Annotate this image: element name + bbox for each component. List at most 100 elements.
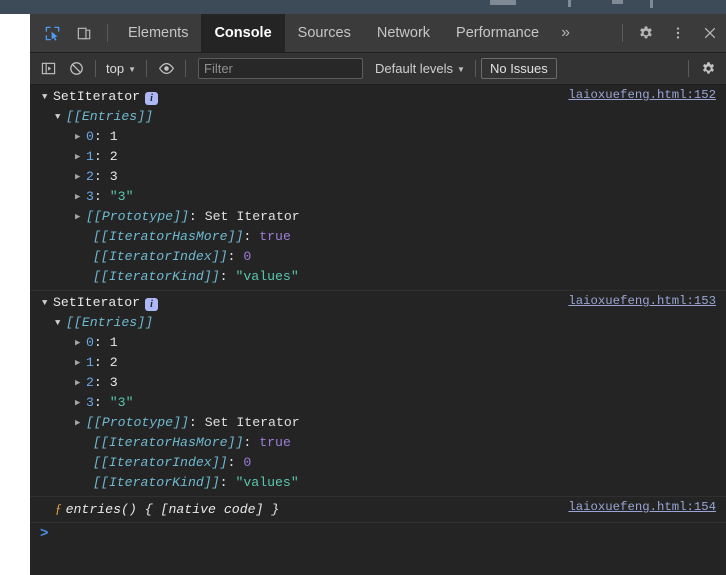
entries-label: [[Entries]] — [66, 315, 154, 330]
console-message[interactable]: laioxuefeng.html:152 ▼ SetIterator i ▼ [[En… — [30, 85, 726, 291]
toolbar-divider-1 — [95, 60, 96, 77]
info-badge-icon[interactable]: i — [145, 92, 159, 105]
disclosure-triangle-open-icon[interactable]: ▼ — [55, 107, 66, 127]
entry-row[interactable]: ▶ 1: 2 — [30, 147, 726, 167]
tab-network[interactable]: Network — [364, 14, 443, 52]
clear-console-icon[interactable] — [62, 57, 90, 81]
log-levels-selector[interactable]: Default levels ▼ — [370, 58, 470, 80]
entry-key: 1 — [86, 149, 94, 164]
page-content-gutter — [0, 14, 30, 575]
entry-separator: : — [93, 149, 110, 164]
slot-value: "values" — [235, 475, 299, 490]
log-levels-label: Default levels — [375, 61, 454, 76]
disclosure-triangle-open-icon[interactable]: ▼ — [55, 313, 66, 333]
disclosure-triangle-icon[interactable]: ▶ — [75, 207, 86, 227]
device-toolbar-icon[interactable] — [68, 14, 100, 52]
close-icon[interactable] — [694, 14, 726, 52]
source-link[interactable]: laioxuefeng.html:153 — [568, 294, 716, 308]
info-badge-icon[interactable]: i — [145, 298, 159, 311]
entry-value: "3" — [109, 189, 134, 204]
slot-separator: : — [219, 269, 236, 284]
disclosure-triangle-icon[interactable]: ▶ — [75, 413, 86, 433]
prototype-row[interactable]: ▶ [[Prototype]]: Set Iterator — [30, 207, 726, 227]
console-sidebar-toggle-icon[interactable] — [34, 57, 62, 81]
console-message-list[interactable]: laioxuefeng.html:152 ▼ SetIterator i ▼ [[En… — [30, 85, 726, 575]
disclosure-triangle-icon[interactable]: ▶ — [75, 127, 86, 147]
prototype-key: [[Prototype]] — [86, 209, 189, 224]
kebab-menu-icon[interactable] — [662, 14, 694, 52]
entry-value: 2 — [109, 149, 118, 164]
tab-console[interactable]: Console — [201, 14, 285, 52]
entry-row[interactable]: ▶ 2: 3 — [30, 373, 726, 393]
tab-sources[interactable]: Sources — [285, 14, 364, 52]
chevron-down-icon-levels: ▼ — [457, 65, 465, 74]
more-tabs-icon[interactable]: » — [552, 14, 579, 52]
function-marker-icon: ƒ — [55, 501, 62, 516]
gear-icon[interactable] — [630, 14, 662, 52]
entry-separator: : — [93, 355, 110, 370]
entry-separator: : — [93, 395, 110, 410]
slot-value: "values" — [235, 269, 299, 284]
entry-row[interactable]: ▶ 3: "3" — [30, 187, 726, 207]
console-settings-gear-icon[interactable] — [694, 57, 722, 81]
source-link[interactable]: laioxuefeng.html:154 — [568, 500, 716, 514]
toolbar-divider-2 — [146, 60, 147, 77]
entries-row[interactable]: ▼ [[Entries]] — [30, 313, 726, 333]
entry-value: 3 — [109, 375, 118, 390]
slot-value: 0 — [243, 455, 252, 470]
browser-chrome-strip — [0, 0, 726, 14]
prototype-key: [[Prototype]] — [86, 415, 189, 430]
disclosure-triangle-icon[interactable]: ▶ — [75, 167, 86, 187]
prototype-row[interactable]: ▶ [[Prototype]]: Set Iterator — [30, 413, 726, 433]
slot-key: [[IteratorKind]] — [93, 269, 220, 284]
entry-key: 0 — [86, 129, 94, 144]
entries-row[interactable]: ▼ [[Entries]] — [30, 107, 726, 127]
toolbar-divider-3 — [185, 60, 186, 77]
console-prompt[interactable]: > — [30, 523, 726, 545]
eye-icon[interactable] — [152, 57, 180, 81]
internal-slot-row: [[IteratorHasMore]]: true — [30, 433, 726, 453]
console-message[interactable]: laioxuefeng.html:153 ▼ SetIterator i ▼ [[En… — [30, 291, 726, 497]
entry-key: 1 — [86, 355, 94, 370]
tab-performance[interactable]: Performance — [443, 14, 552, 52]
tab-elements[interactable]: Elements — [115, 14, 201, 52]
console-message[interactable]: laioxuefeng.html:154 ƒ entries() { [nativ… — [30, 497, 726, 523]
entry-value: 1 — [109, 335, 118, 350]
disclosure-triangle-icon[interactable]: ▶ — [75, 333, 86, 353]
disclosure-triangle-icon[interactable]: ▶ — [75, 147, 86, 167]
disclosure-triangle-icon[interactable]: ▶ — [75, 187, 86, 207]
disclosure-triangle-icon[interactable]: ▶ — [75, 393, 86, 413]
entry-row[interactable]: ▶ 3: "3" — [30, 393, 726, 413]
entry-row[interactable]: ▶ 1: 2 — [30, 353, 726, 373]
slot-key: [[IteratorKind]] — [93, 475, 220, 490]
internal-slot-row: [[IteratorKind]]: "values" — [30, 267, 726, 287]
filter-input[interactable] — [198, 58, 363, 79]
prototype-value: Set Iterator — [204, 415, 300, 430]
disclosure-triangle-icon[interactable]: ▶ — [75, 373, 86, 393]
source-link[interactable]: laioxuefeng.html:152 — [568, 88, 716, 102]
slot-separator: : — [243, 229, 260, 244]
slot-key: [[IteratorIndex]] — [93, 455, 228, 470]
entry-separator: : — [93, 129, 110, 144]
tabbar-divider-right — [622, 24, 623, 42]
devtools-tabbar: Elements Console Sources Network Perform… — [30, 14, 726, 53]
screenshot-root: Elements Console Sources Network Perform… — [0, 0, 726, 575]
entry-separator: : — [93, 169, 110, 184]
disclosure-triangle-open-icon[interactable]: ▼ — [42, 87, 53, 107]
disclosure-triangle-open-icon[interactable]: ▼ — [42, 293, 53, 313]
console-toolbar: top ▼ Default levels ▼ No Issues — [30, 53, 726, 85]
disclosure-triangle-icon[interactable]: ▶ — [75, 353, 86, 373]
entry-row[interactable]: ▶ 0: 1 — [30, 127, 726, 147]
entry-row[interactable]: ▶ 0: 1 — [30, 333, 726, 353]
tabbar-divider — [107, 24, 108, 42]
entries-label: [[Entries]] — [66, 109, 154, 124]
internal-slot-row: [[IteratorKind]]: "values" — [30, 473, 726, 493]
entry-separator: : — [93, 375, 110, 390]
slot-separator: : — [227, 455, 244, 470]
browser-chrome-ghost-1 — [490, 0, 516, 5]
entry-separator: : — [93, 335, 110, 350]
execution-context-selector[interactable]: top ▼ — [101, 58, 141, 80]
issues-button[interactable]: No Issues — [480, 58, 557, 79]
entry-row[interactable]: ▶ 2: 3 — [30, 167, 726, 187]
inspect-element-icon[interactable] — [36, 14, 68, 52]
